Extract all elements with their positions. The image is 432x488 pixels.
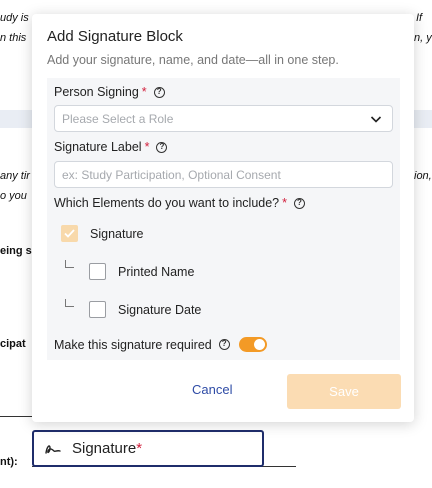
help-icon[interactable]: ? [218, 339, 230, 350]
signature-checkbox[interactable] [61, 225, 78, 242]
tree-connector-icon [65, 260, 74, 268]
printed-name-label: Printed Name [118, 264, 195, 279]
person-signing-select[interactable]: Please Select a Role [54, 105, 393, 132]
signature-date-checkbox[interactable] [89, 301, 106, 318]
signature-label-input[interactable]: ex: Study Participation, Optional Consen… [54, 161, 393, 188]
signature-option-label: Signature [90, 226, 144, 241]
signature-pen-icon [45, 444, 61, 454]
signature-date-option[interactable]: Signature Date [89, 301, 201, 318]
background-text: n this [0, 32, 27, 44]
signature-field[interactable]: Signature* [32, 430, 264, 467]
background-heading: cipat [0, 338, 26, 350]
tree-connector-icon [65, 299, 74, 307]
dialog-form-panel: Person Signing * ? Please Select a Role S… [47, 78, 400, 360]
background-text: udy is [0, 12, 29, 24]
help-icon[interactable]: ? [153, 86, 165, 98]
required-toggle-label: Make this signature required [54, 337, 212, 352]
signature-label-placeholder: ex: Study Participation, Optional Consen… [62, 167, 281, 182]
chevron-down-icon [370, 116, 382, 123]
dialog-title: Add Signature Block [47, 28, 183, 45]
divider [0, 416, 32, 417]
printed-name-checkbox[interactable] [89, 263, 106, 280]
background-heading: eing s [0, 245, 32, 257]
required-toggle-row: Make this signature required ? [54, 337, 267, 352]
checkmark-icon [64, 229, 75, 238]
signature-date-label: Signature Date [118, 302, 202, 317]
background-text: If [416, 12, 423, 24]
printed-name-option[interactable]: Printed Name [89, 263, 194, 280]
required-toggle[interactable] [238, 337, 267, 352]
help-icon[interactable]: ? [156, 141, 168, 153]
background-field-label: nt): [0, 456, 18, 468]
person-signing-placeholder: Please Select a Role [62, 111, 174, 126]
signature-option[interactable]: Signature [61, 225, 144, 242]
signature-field-label: Signature* [72, 440, 143, 457]
save-button[interactable]: Save [287, 374, 401, 409]
background-text: o you [0, 190, 27, 202]
background-text: n, you [414, 32, 432, 44]
add-signature-block-dialog: Add Signature Block Add your signature, … [32, 14, 414, 422]
dialog-subtitle: Add your signature, name, and date—all i… [47, 53, 339, 67]
background-text: any tir [0, 170, 30, 182]
help-icon[interactable]: ? [294, 197, 305, 209]
background-text: ion, [414, 170, 432, 182]
person-signing-label: Person Signing * ? [54, 85, 165, 99]
signature-label-label: Signature Label * ? [54, 140, 168, 154]
elements-label: Which Elements do you want to include? * … [54, 196, 305, 210]
cancel-button[interactable]: Cancel [192, 382, 232, 397]
